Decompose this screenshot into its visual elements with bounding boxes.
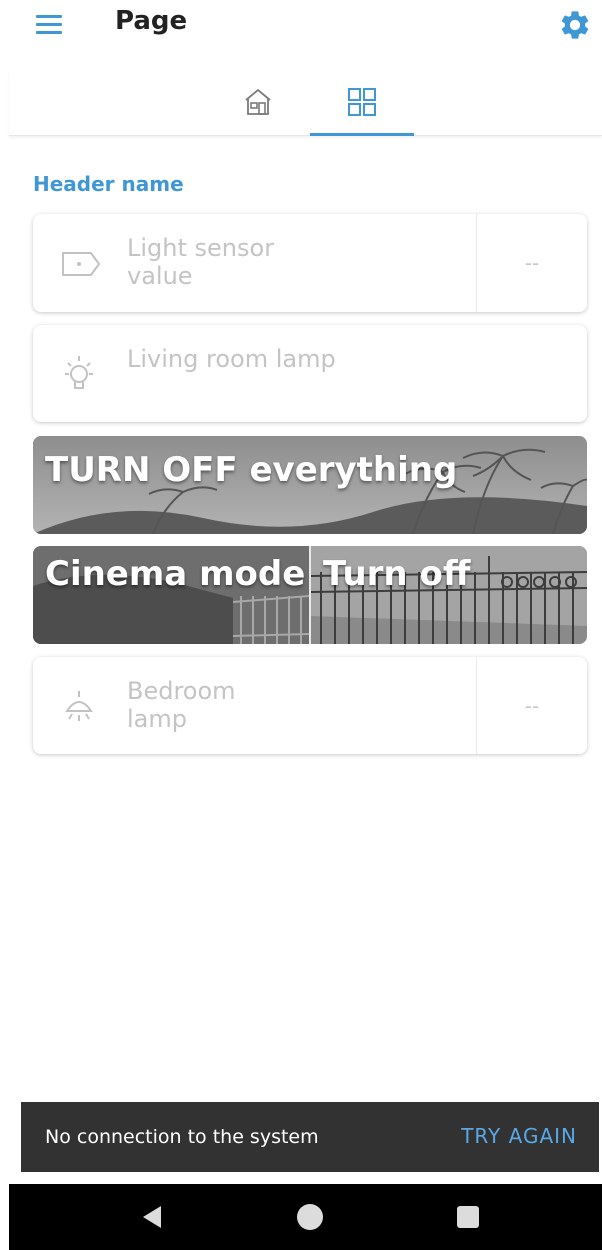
cinema-mode-label: Cinema mode	[45, 554, 306, 594]
scene-split-button: Cinema mode Turn off	[33, 546, 587, 644]
recents-button[interactable]	[453, 1202, 483, 1232]
menu-button[interactable]	[30, 10, 70, 40]
grid-icon	[348, 88, 376, 116]
turn-off-label: Turn off	[323, 554, 471, 594]
turn-off-everything-label: TURN OFF everything	[45, 450, 458, 490]
tab-home[interactable]	[206, 70, 310, 134]
tag-icon	[62, 252, 101, 276]
settings-button[interactable]	[558, 8, 592, 42]
home-circle-icon	[297, 1204, 323, 1230]
page-title: Page	[115, 6, 188, 36]
turn-off-everything-button[interactable]: TURN OFF everything	[33, 436, 587, 534]
bedroom-lamp-label-line2: lamp	[127, 705, 187, 733]
light-sensor-value: --	[524, 251, 540, 275]
recents-square-icon	[457, 1206, 479, 1228]
lightbulb-icon	[65, 356, 93, 389]
bedroom-lamp-label-line1: Bedroom	[127, 677, 236, 705]
light-sensor-label-line1: Light sensor	[127, 234, 275, 262]
snackbar: No connection to the system TRY AGAIN	[21, 1102, 599, 1172]
section-header: Header name	[33, 172, 184, 196]
living-room-lamp-label: Living room lamp	[127, 345, 336, 373]
light-sensor-label-line2: value	[127, 262, 193, 290]
back-triangle-icon	[143, 1206, 161, 1228]
system-nav-bar	[9, 1184, 602, 1250]
ceiling-lamp-icon	[65, 691, 93, 721]
app-bar: Page	[0, 0, 602, 60]
turn-off-button[interactable]: Turn off	[311, 546, 587, 644]
house-icon	[245, 88, 271, 115]
light-sensor-card[interactable]: Light sensor value --	[33, 214, 587, 312]
gear-icon	[561, 11, 589, 39]
back-button[interactable]	[137, 1202, 167, 1232]
bedroom-lamp-card[interactable]: Bedroom lamp --	[33, 657, 587, 754]
snackbar-message: No connection to the system	[45, 1126, 319, 1148]
home-button[interactable]	[295, 1202, 325, 1232]
bedroom-lamp-value: --	[524, 693, 540, 718]
cinema-mode-button[interactable]: Cinema mode	[33, 546, 309, 644]
tab-bar	[9, 70, 602, 136]
tab-grid[interactable]	[310, 70, 414, 136]
living-room-lamp-card[interactable]: Living room lamp	[33, 325, 587, 422]
try-again-button[interactable]: TRY AGAIN	[461, 1124, 577, 1148]
